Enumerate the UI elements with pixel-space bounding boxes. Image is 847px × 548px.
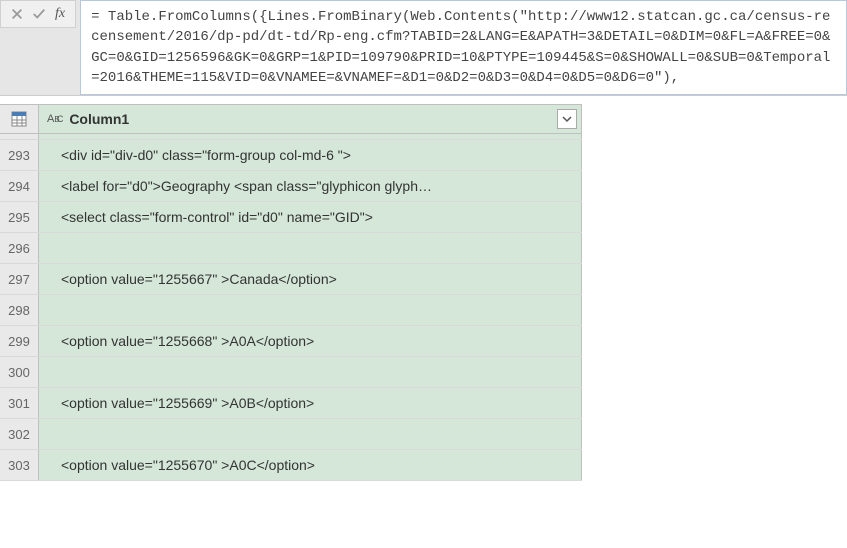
- fx-label: fx: [51, 6, 69, 22]
- chevron-down-icon: [562, 114, 572, 124]
- cell[interactable]: <option value="1255668" >A0A</option>: [39, 326, 582, 356]
- table-row: 297 <option value="1255667" >Canada</opt…: [0, 264, 582, 295]
- cell[interactable]: <option value="1255670" >A0C</option>: [39, 450, 582, 480]
- row-number[interactable]: 300: [0, 357, 39, 387]
- row-number[interactable]: 302: [0, 419, 39, 449]
- table-row: 300: [0, 357, 582, 388]
- formula-input[interactable]: = Table.FromColumns({Lines.FromBinary(We…: [80, 0, 847, 95]
- column-name: Column1: [69, 111, 129, 127]
- cell[interactable]: [39, 134, 582, 139]
- accept-formula-button[interactable]: [29, 4, 49, 24]
- table-row: 298: [0, 295, 582, 326]
- data-grid: ABC Column1 293 <div id="div-d0" class="…: [0, 104, 582, 481]
- row-number[interactable]: 298: [0, 295, 39, 325]
- cell[interactable]: <select class="form-control" id="d0" nam…: [39, 202, 582, 232]
- table-icon: [11, 111, 27, 127]
- table-row: 303 <option value="1255670" >A0C</option…: [0, 450, 582, 481]
- table-row: 302: [0, 419, 582, 450]
- cell[interactable]: [39, 295, 582, 325]
- row-number[interactable]: [0, 134, 39, 139]
- row-number[interactable]: 296: [0, 233, 39, 263]
- row-number[interactable]: 299: [0, 326, 39, 356]
- table-row: 296: [0, 233, 582, 264]
- cell[interactable]: [39, 419, 582, 449]
- row-number[interactable]: 303: [0, 450, 39, 480]
- cell[interactable]: [39, 357, 582, 387]
- cell[interactable]: <option value="1255669" >A0B</option>: [39, 388, 582, 418]
- select-all-corner[interactable]: [0, 105, 39, 133]
- grid-header: ABC Column1: [0, 104, 582, 134]
- table-row: 293 <div id="div-d0" class="form-group c…: [0, 140, 582, 171]
- row-number[interactable]: 295: [0, 202, 39, 232]
- cell[interactable]: [39, 233, 582, 263]
- column-type-icon[interactable]: ABC: [47, 113, 63, 125]
- formula-controls: fx: [0, 0, 76, 28]
- row-number[interactable]: 293: [0, 140, 39, 170]
- row-number[interactable]: 294: [0, 171, 39, 201]
- table-row: 294 <label for="d0">Geography <span clas…: [0, 171, 582, 202]
- table-row: 295 <select class="form-control" id="d0"…: [0, 202, 582, 233]
- row-number[interactable]: 297: [0, 264, 39, 294]
- cell[interactable]: <option value="1255667" >Canada</option>: [39, 264, 582, 294]
- formula-bar: fx = Table.FromColumns({Lines.FromBinary…: [0, 0, 847, 96]
- grid-body: 293 <div id="div-d0" class="form-group c…: [0, 134, 582, 481]
- cell[interactable]: <label for="d0">Geography <span class="g…: [39, 171, 582, 201]
- column-filter-button[interactable]: [557, 109, 577, 129]
- x-icon: [10, 7, 24, 21]
- column-header[interactable]: ABC Column1: [39, 105, 582, 133]
- row-number[interactable]: 301: [0, 388, 39, 418]
- check-icon: [32, 7, 46, 21]
- table-row: 299 <option value="1255668" >A0A</option…: [0, 326, 582, 357]
- cancel-formula-button[interactable]: [7, 4, 27, 24]
- table-row: 301 <option value="1255669" >A0B</option…: [0, 388, 582, 419]
- cell[interactable]: <div id="div-d0" class="form-group col-m…: [39, 140, 582, 170]
